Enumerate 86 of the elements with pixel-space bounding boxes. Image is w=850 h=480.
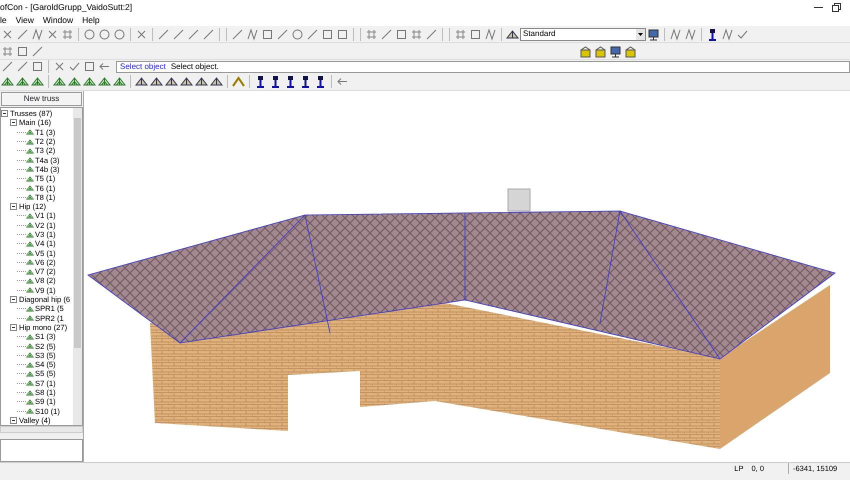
pin-icon[interactable] [269,75,282,88]
truss-icon[interactable] [135,75,148,88]
window-title: ofCon - [GaroldGrupp_VaidoSutt:2] [0,0,132,14]
truss-icon[interactable] [113,75,126,88]
truss-icon[interactable] [210,75,223,88]
menu-item[interactable]: Window [42,14,74,26]
square-icon[interactable] [469,28,482,40]
circle-icon[interactable] [291,28,304,40]
square-icon[interactable] [336,28,349,40]
truss-icon[interactable] [150,75,163,88]
square-icon[interactable] [83,60,96,73]
3d-viewport[interactable] [84,91,850,462]
line-icon[interactable] [425,28,438,40]
command-message: Select object. [170,60,219,72]
truss-icon[interactable] [98,75,111,88]
line-icon[interactable] [31,44,44,58]
monitor-icon[interactable] [647,28,660,40]
line-icon[interactable] [172,28,185,40]
grid-icon[interactable] [1,44,14,58]
line-icon[interactable] [187,28,200,40]
line-icon[interactable] [231,28,244,40]
line-icon[interactable] [306,28,319,40]
truss-icon[interactable] [506,28,519,40]
collapse-toggle[interactable] [10,416,17,424]
square-icon[interactable] [321,28,334,40]
menu-item[interactable]: Help [82,14,100,26]
zigzag-icon[interactable] [484,28,497,40]
truss-icon[interactable] [16,75,29,88]
zigzag-icon[interactable] [246,28,259,40]
grid-icon[interactable] [454,28,467,40]
circle-icon[interactable] [98,28,111,40]
collapse-toggle[interactable] [1,110,8,118]
truss-icon[interactable] [195,75,208,88]
horizontal-scrollbar[interactable] [0,426,83,434]
zigzag-icon[interactable] [669,28,682,40]
zigzag-icon[interactable] [684,28,697,40]
menu-item[interactable]: le [0,14,7,26]
pin-icon[interactable] [706,28,719,40]
circle-icon[interactable] [113,28,126,40]
line-icon[interactable] [202,28,215,40]
building-icon[interactable] [579,44,592,58]
truss-icon[interactable] [165,75,178,88]
grid-icon[interactable] [365,28,378,40]
square-icon[interactable] [31,60,44,73]
truss-icon[interactable] [31,75,44,88]
square-icon[interactable] [261,28,274,40]
collapse-toggle[interactable] [10,324,17,331]
collapse-toggle[interactable] [10,296,17,304]
line-icon[interactable] [380,28,393,40]
check-icon[interactable] [68,60,81,73]
pin-icon[interactable] [314,75,327,88]
collapse-toggle[interactable] [10,203,17,210]
square-icon[interactable] [395,28,408,40]
pin-icon[interactable] [254,75,267,88]
menu-item[interactable]: View [16,14,34,26]
zigzag-icon[interactable] [31,28,44,40]
circle-icon[interactable] [83,28,96,40]
cross-icon[interactable] [135,28,148,40]
style-dropdown[interactable]: Standard [520,28,646,40]
building-icon[interactable] [624,44,637,58]
truss-icon[interactable] [1,75,14,88]
command-prompt: Select object [120,60,166,72]
square-icon[interactable] [16,44,29,58]
line-icon[interactable] [1,60,14,73]
truss-icon[interactable] [180,75,193,88]
line-icon[interactable] [276,28,289,40]
pin-icon[interactable] [284,75,297,88]
line-icon[interactable] [157,28,170,40]
line-icon[interactable] [16,28,29,40]
vertical-scrollbar[interactable] [73,108,82,426]
line-icon[interactable] [16,60,29,73]
truss-icon[interactable] [68,75,81,88]
restore-icon[interactable] [832,2,841,12]
truss-icon[interactable] [53,75,66,88]
cross-icon[interactable] [46,28,59,40]
new-truss-button[interactable]: New truss [1,92,82,106]
grid-icon[interactable] [61,28,74,40]
grid-icon[interactable] [410,28,423,40]
monitor-icon[interactable] [609,44,622,58]
cross-icon[interactable] [53,60,66,73]
collapse-toggle[interactable] [10,119,17,126]
building-icon[interactable] [594,44,607,58]
truss-icon[interactable] [83,75,96,88]
pin-icon[interactable] [299,75,312,88]
zigzag-icon[interactable] [721,28,734,40]
cross-icon[interactable] [1,28,14,40]
